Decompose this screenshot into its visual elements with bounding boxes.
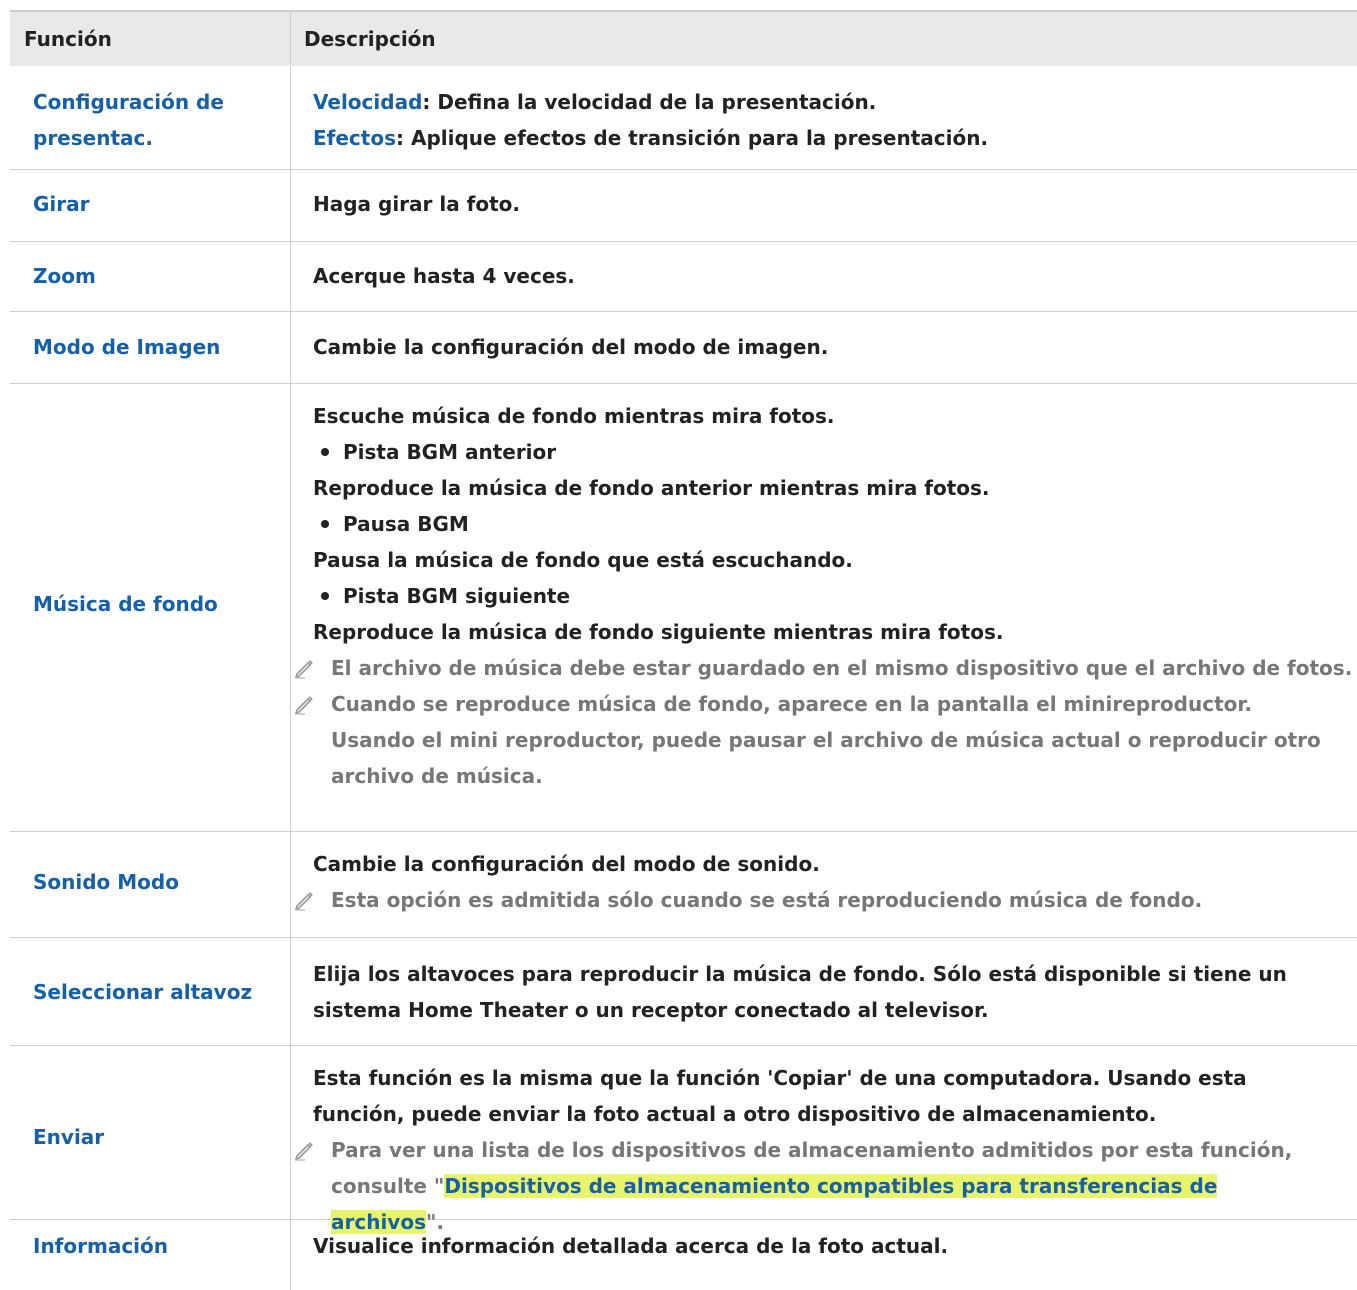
table-row: Zoom Acerque hasta 4 veces. (10, 242, 1357, 312)
header-column-divider (290, 10, 291, 64)
function-description: Haga girar la foto. (313, 186, 1357, 222)
function-name[interactable]: Configuración de presentac. (33, 84, 224, 156)
function-description: Elija los altavoces para reproducir la m… (313, 956, 1323, 1028)
bullet-dot-icon (321, 447, 329, 456)
function-description: Velocidad: Defina la velocidad de la pre… (313, 84, 1357, 156)
bullet-item: Pista BGM siguiente (313, 578, 1357, 614)
setting-item: Velocidad: Defina la velocidad de la pre… (313, 84, 1357, 120)
setting-item: Efectos: Aplique efectos de transición p… (313, 120, 1357, 156)
bullet-description: Reproduce la música de fondo anterior mi… (313, 476, 990, 500)
note: Cuando se reproduce música de fondo, apa… (293, 686, 1331, 794)
function-description: Cambie la configuración del modo de soni… (313, 846, 1357, 918)
pencil-note-icon (293, 657, 315, 679)
function-description: Esta función es la misma que la función … (313, 1060, 1323, 1240)
note-text: Cuando se reproduce música de fondo, apa… (331, 692, 1321, 788)
function-description: Cambie la configuración del modo de imag… (313, 329, 1357, 365)
header-description: Descripción (304, 27, 436, 51)
function-description: Acerque hasta 4 veces. (313, 258, 1357, 294)
pencil-note-icon (293, 889, 315, 911)
table-row: Seleccionar altavoz Elija los altavoces … (10, 938, 1357, 1046)
function-name[interactable]: Enviar (33, 1119, 104, 1155)
table-row: Modo de Imagen Cambie la configuración d… (10, 312, 1357, 384)
function-description: Visualice información detallada acerca d… (313, 1228, 1357, 1264)
bullet-description: Pausa la música de fondo que está escuch… (313, 548, 853, 572)
description-text: Elija los altavoces para reproducir la m… (313, 962, 1287, 1022)
setting-text: : Aplique efectos de transición para la … (396, 126, 989, 150)
table-header: Función Descripción (10, 10, 1357, 66)
setting-text: : Defina la velocidad de la presentación… (422, 90, 877, 114)
bullet-description: Reproduce la música de fondo siguiente m… (313, 620, 1004, 644)
note: Esta opción es admitida sólo cuando se e… (293, 882, 1337, 918)
note-text: Esta opción es admitida sólo cuando se e… (331, 888, 1203, 912)
function-name[interactable]: Girar (33, 186, 90, 222)
description-text: Esta función es la misma que la función … (313, 1066, 1247, 1126)
function-name[interactable]: Zoom (33, 258, 96, 294)
function-name[interactable]: Modo de Imagen (33, 329, 220, 365)
function-name-line: Configuración de (33, 90, 224, 114)
note-text: El archivo de música debe estar guardado… (331, 656, 1353, 680)
setting-keyword[interactable]: Velocidad (313, 90, 422, 114)
function-description: Escuche música de fondo mientras mira fo… (313, 398, 1357, 794)
bullet-item: Pausa BGM (313, 506, 1357, 542)
setting-keyword[interactable]: Efectos (313, 126, 396, 150)
header-function: Función (24, 27, 112, 51)
function-name[interactable]: Información (33, 1228, 168, 1264)
description-text: Haga girar la foto. (313, 192, 521, 216)
table-row: Girar Haga girar la foto. (10, 170, 1357, 242)
pencil-note-icon (293, 693, 315, 715)
table-row: Enviar Esta función es la misma que la f… (10, 1046, 1357, 1234)
description-text: Visualice información detallada acerca d… (313, 1234, 949, 1258)
bullet-label: Pista BGM siguiente (343, 584, 571, 608)
function-name[interactable]: Sonido Modo (33, 864, 179, 900)
table-row: Configuración de presentac. Velocidad: D… (10, 66, 1357, 170)
bullet-label: Pista BGM anterior (343, 440, 557, 464)
pencil-note-icon (293, 1139, 315, 1161)
bullet-dot-icon (321, 591, 329, 600)
description-text: Cambie la configuración del modo de imag… (313, 335, 829, 359)
function-name[interactable]: Música de fondo (33, 586, 218, 622)
description-text: Acerque hasta 4 veces. (313, 264, 575, 288)
bullet-label: Pausa BGM (343, 512, 469, 536)
function-name-line: presentac. (33, 126, 153, 150)
table-row: Información Visualice información detall… (10, 1220, 1357, 1290)
description-text: Cambie la configuración del modo de soni… (313, 852, 820, 876)
bullet-item: Pista BGM anterior (313, 434, 1357, 470)
table-row: Sonido Modo Cambie la configuración del … (10, 832, 1357, 938)
function-name[interactable]: Seleccionar altavoz (33, 974, 252, 1010)
bullet-dot-icon (321, 519, 329, 528)
note: El archivo de música debe estar guardado… (293, 650, 1352, 686)
description-text: Escuche música de fondo mientras mira fo… (313, 404, 835, 428)
table-row: Música de fondo Escuche música de fondo … (10, 384, 1357, 832)
